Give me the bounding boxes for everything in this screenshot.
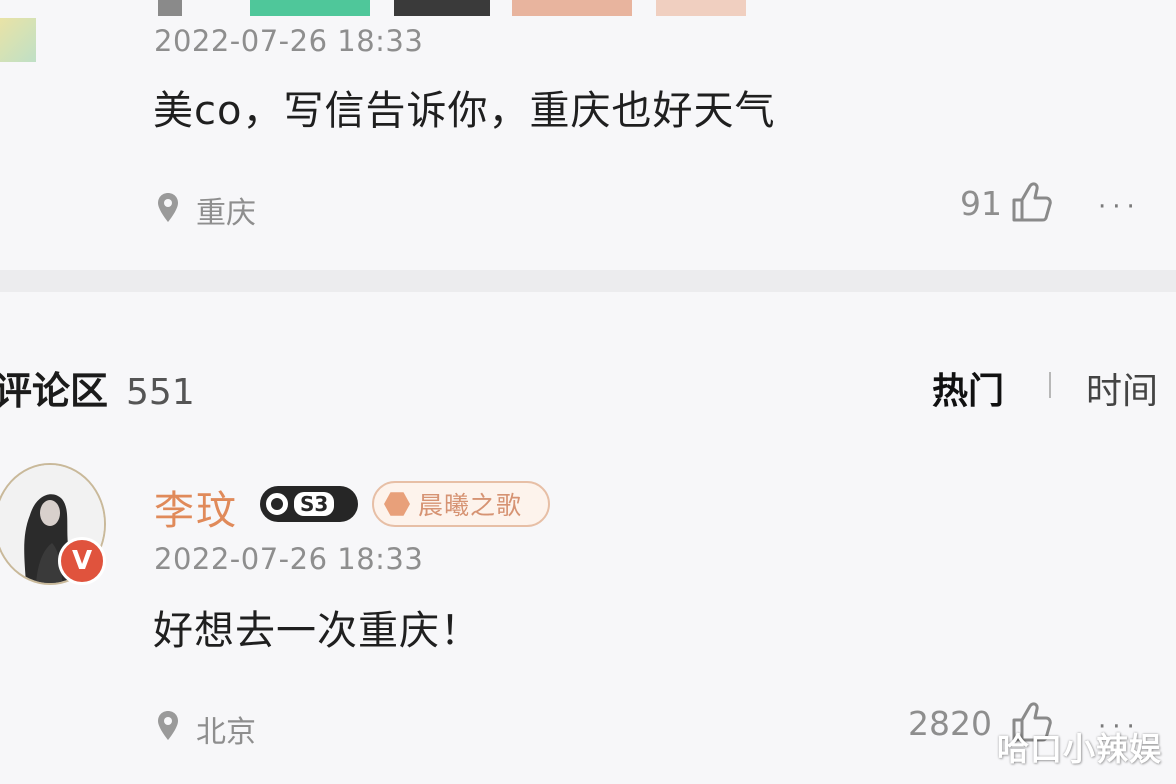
thumbs-up-icon[interactable]: [1010, 180, 1054, 224]
comments-count: 551: [126, 372, 195, 413]
level-badge: S3: [260, 486, 358, 522]
verified-badge: V: [58, 537, 106, 585]
prev-comment-more-button[interactable]: ···: [1098, 192, 1141, 222]
comment-location: 北京: [196, 715, 256, 750]
prev-image-3[interactable]: [394, 0, 490, 16]
prev-comment-timestamp: 2022-07-26 18:33: [154, 24, 424, 58]
prev-comment-location: 重庆: [196, 196, 256, 231]
watermark: 哈口小辣娱: [996, 730, 1162, 768]
fan-badge[interactable]: 晨曦之歌: [372, 481, 550, 527]
tab-separator: [1049, 372, 1051, 398]
comment-text: 好想去一次重庆！: [153, 608, 481, 654]
prev-comment-text: 美co，写信告诉你，重庆也好天气: [153, 88, 776, 134]
hexagon-icon: [384, 492, 410, 516]
comments-header: 评论区 551: [0, 360, 195, 415]
prev-image-2[interactable]: [250, 0, 370, 16]
comments-title: 评论区: [0, 369, 109, 413]
comment-like-count: 2820: [908, 704, 992, 743]
weibo-level-icon: [266, 493, 288, 515]
tab-time[interactable]: 时间: [1086, 362, 1158, 414]
prev-image-1[interactable]: [158, 0, 182, 16]
prev-image-5[interactable]: [656, 0, 746, 16]
comment-timestamp: 2022-07-26 18:33: [154, 542, 424, 576]
comment-username[interactable]: 李玟: [154, 478, 238, 536]
prev-avatar-blur: [0, 18, 36, 62]
prev-image-4[interactable]: [512, 0, 632, 16]
location-pin-icon: [156, 710, 180, 742]
tab-hot[interactable]: 热门: [932, 362, 1004, 414]
location-pin-icon: [156, 192, 180, 224]
fan-badge-label: 晨曦之歌: [418, 491, 523, 520]
section-divider: [0, 270, 1176, 292]
level-badge-label: S3: [294, 492, 335, 516]
prev-comment-like-count: 91: [960, 184, 1002, 223]
